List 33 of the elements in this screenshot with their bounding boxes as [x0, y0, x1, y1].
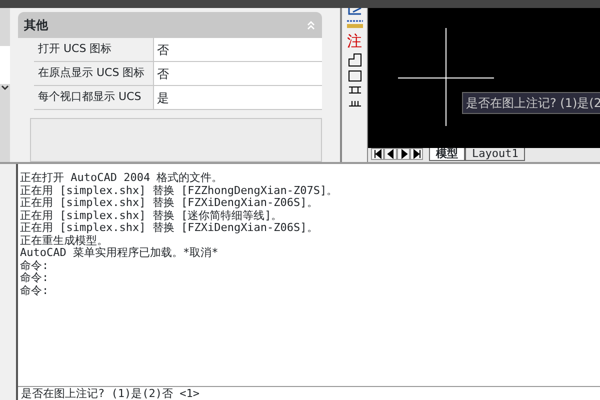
previous-icon[interactable] [384, 148, 397, 160]
command-output-line: 正在用 [simplex.shx] 替换 [FZZhongDengXian-Z07S]。 [20, 184, 339, 197]
scrollbar[interactable] [0, 8, 10, 162]
command-output-line: 正在重生成模型。 [20, 234, 109, 246]
command-tooltip: 是否在图上注记? (1)是(2 [462, 92, 600, 114]
section-header[interactable]: 其他 [18, 12, 322, 38]
property-name: 打开 UCS 图标 [34, 38, 154, 61]
layout-tab[interactable]: 模型 [429, 148, 465, 161]
drawing-canvas[interactable]: 是否在图上注记? (1)是(2 [368, 8, 600, 148]
command-output-line: AutoCAD 菜单实用程序已加载。*取消* [20, 247, 220, 260]
first-page-icon[interactable] [371, 148, 384, 160]
command-output-line: 命令: [20, 284, 50, 297]
command-output-line: 命令: [20, 260, 50, 272]
command-output-line: 正在用 [simplex.shx] 替换 [FZXiDengXian-Z06S]。 [20, 222, 319, 234]
command-output-line: 命令: [20, 272, 50, 284]
command-output-line: 正在用 [simplex.shx] 替换 [迷你简特细等线]。 [20, 210, 284, 222]
command-output-line: 正在用 [simplex.shx] 替换 [FZXiDengXian-Z06S]。 [20, 197, 318, 210]
step-shape-icon[interactable] [348, 53, 362, 67]
next-icon[interactable] [397, 148, 410, 160]
command-output-line: 正在打开 AutoCAD 2004 格式的文件。 [20, 172, 224, 184]
ruler-icon[interactable] [346, 19, 364, 29]
section-title: 其他 [24, 17, 48, 34]
last-page-icon[interactable] [410, 148, 423, 160]
annotation-button[interactable]: 注 [347, 32, 362, 50]
layout-tab[interactable]: Layout1 [465, 148, 526, 161]
property-name: 在原点显示 UCS 图标 [34, 62, 154, 85]
edit-icon[interactable] [346, 8, 362, 16]
beam-icon[interactable] [348, 85, 362, 95]
comb-icon[interactable] [348, 98, 362, 108]
command-line[interactable]: 是否在图上注记? (1)是(2)否 <1> [18, 386, 600, 400]
scroll-down-icon[interactable] [0, 84, 10, 92]
rectangle-icon[interactable] [348, 70, 362, 82]
property-name: 每个视口都显示 UCS [34, 86, 154, 109]
